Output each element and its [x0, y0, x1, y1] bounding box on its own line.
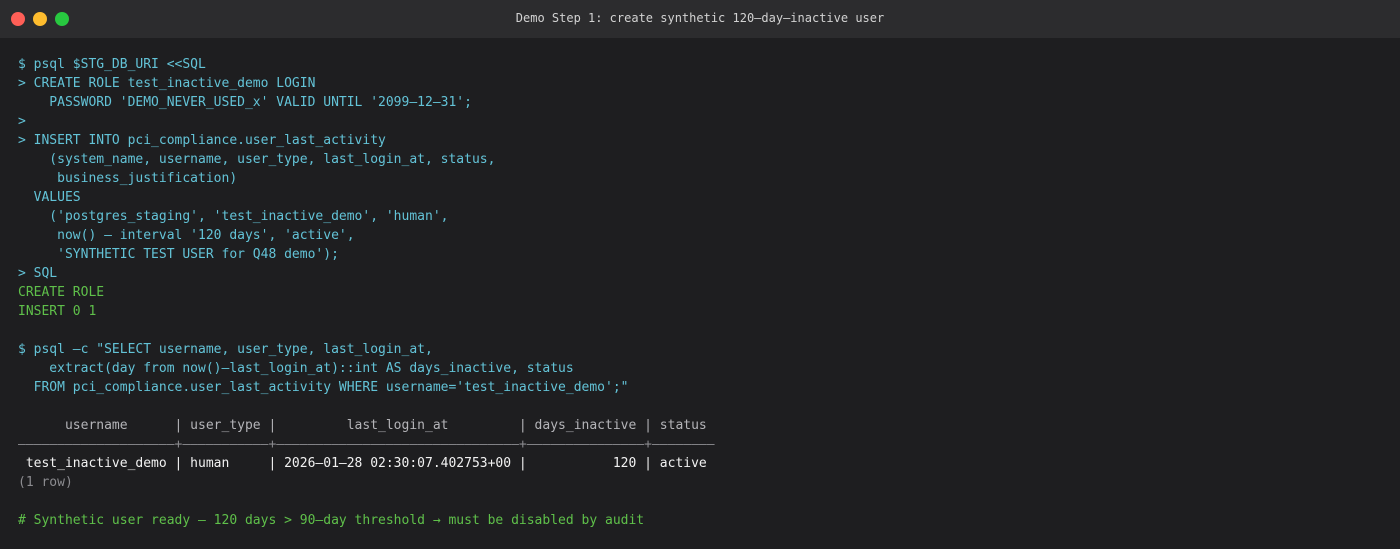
- terminal-line-ok: CREATE ROLE: [18, 285, 105, 300]
- window-title: Demo Step 1: create synthetic 120–day–in…: [515, 11, 885, 25]
- title-bar: Demo Step 1: create synthetic 120–day–in…: [0, 0, 1400, 38]
- terminal-output[interactable]: $ psql $STG_DB_URI <<SQL > CREATE ROLE te…: [18, 55, 1388, 530]
- terminal-line-cmd: VALUES: [18, 190, 81, 205]
- terminal-line-cmd: extract(day from now()–last_login_at)::i…: [18, 361, 574, 376]
- terminal-window: Demo Step 1: create synthetic 120–day–in…: [0, 0, 1400, 549]
- terminal-line-cmd: PASSWORD 'DEMO_NEVER_USED_x' VALID UNTIL…: [18, 95, 472, 110]
- terminal-line-cmd: $ psql $STG_DB_URI <<SQL: [18, 57, 206, 72]
- terminal-line-row: test_inactive_demo | human | 2026–01–28 …: [18, 456, 707, 471]
- terminal-line-cmd: $ psql –c "SELECT username, user_type, l…: [18, 342, 433, 357]
- terminal-line-sep: ––––––––––––––––––––+–––––––––––+–––––––…: [18, 437, 715, 452]
- terminal-line-hdr: username | user_type | last_login_at | d…: [18, 418, 707, 433]
- terminal-line-cmd: ('postgres_staging', 'test_inactive_demo…: [18, 209, 449, 224]
- terminal-line-cmd: (system_name, username, user_type, last_…: [18, 152, 496, 167]
- terminal-line-cmd: now() – interval '120 days', 'active',: [18, 228, 355, 243]
- terminal-line-cmd: > INSERT INTO pci_compliance.user_last_a…: [18, 133, 386, 148]
- terminal-line-cmd: > CREATE ROLE test_inactive_demo LOGIN: [18, 76, 316, 91]
- terminal-line-cmd: FROM pci_compliance.user_last_activity W…: [18, 380, 629, 395]
- terminal-line-note: # Synthetic user ready — 120 days > 90–d…: [18, 513, 645, 528]
- terminal-line-cmd: >: [18, 114, 26, 129]
- terminal-line-meta: (1 row): [18, 475, 73, 490]
- terminal-line-cmd: 'SYNTHETIC TEST USER for Q48 demo');: [18, 247, 339, 262]
- terminal-line-cmd: > SQL: [18, 266, 58, 281]
- terminal-line-ok: INSERT 0 1: [18, 304, 97, 319]
- terminal-line-cmd: business_justification): [18, 171, 238, 186]
